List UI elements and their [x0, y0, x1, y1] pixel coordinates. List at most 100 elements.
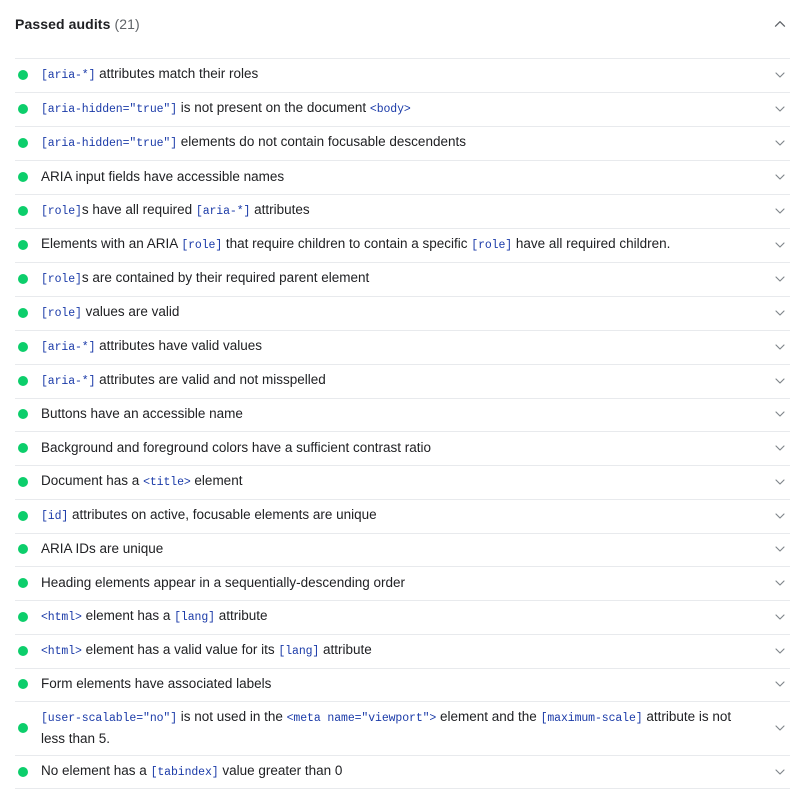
audit-row[interactable]: Form elements have associated labels: [0, 668, 805, 702]
chevron-down-icon[interactable]: [770, 676, 790, 692]
audit-title: Form elements have associated labels: [41, 668, 770, 700]
chevron-down-icon[interactable]: [770, 373, 790, 389]
audit-text-token: attributes: [250, 202, 309, 217]
page-title: Passed audits (21): [15, 15, 140, 33]
chevron-down-icon[interactable]: [770, 541, 790, 557]
audit-row-inner: [user-scalable="no"] is not used in the …: [15, 701, 790, 755]
audit-code-token: [role]: [41, 273, 82, 286]
audit-code-token: [lang]: [278, 645, 319, 658]
pass-circle-icon: [18, 612, 28, 622]
audit-row[interactable]: Background and foreground colors have a …: [0, 431, 805, 465]
pass-circle-icon: [18, 544, 28, 554]
audit-row[interactable]: Buttons have an accessible name: [0, 398, 805, 432]
audit-row[interactable]: [role] values are valid: [0, 296, 805, 330]
audit-row[interactable]: [aria-*] attributes have valid values: [0, 330, 805, 364]
pass-circle-icon: [18, 138, 28, 148]
audit-title: Document has a <title> element: [41, 465, 770, 499]
audit-row[interactable]: Elements with an ARIA [role] that requir…: [0, 228, 805, 262]
audit-row[interactable]: Heading elements appear in a sequentiall…: [0, 566, 805, 600]
audit-row-inner: ARIA input fields have accessible names: [15, 160, 790, 194]
audit-text-token: attributes on active, focusable elements…: [68, 507, 376, 522]
chevron-down-icon[interactable]: [770, 169, 790, 185]
audit-text-token: element: [191, 473, 243, 488]
audit-title: [user-scalable="no"] is not used in the …: [41, 701, 770, 755]
audit-row[interactable]: [aria-*] attributes match their roles: [0, 58, 805, 92]
chevron-down-icon[interactable]: [770, 101, 790, 117]
audit-row[interactable]: [id] attributes on active, focusable ele…: [0, 499, 805, 533]
chevron-down-icon[interactable]: [770, 305, 790, 321]
chevron-down-icon[interactable]: [770, 474, 790, 490]
audit-row-inner: [aria-*] attributes match their roles: [15, 58, 790, 92]
audit-row-inner: [id] attributes on active, focusable ele…: [15, 499, 790, 533]
audit-text-token: ARIA input fields have accessible names: [41, 169, 284, 184]
audit-row[interactable]: [aria-hidden="true"] is not present on t…: [0, 92, 805, 126]
chevron-down-icon[interactable]: [770, 271, 790, 287]
audit-row[interactable]: No element has a [tabindex] value greate…: [0, 755, 805, 789]
audit-text-token: values are valid: [82, 304, 180, 319]
chevron-down-icon[interactable]: [770, 237, 790, 253]
pass-circle-icon: [18, 477, 28, 487]
audit-code-token: <html>: [41, 645, 82, 658]
audit-row[interactable]: <html> element has a [lang] attribute: [0, 600, 805, 634]
chevron-down-icon[interactable]: [770, 339, 790, 355]
audit-text-token: Buttons have an accessible name: [41, 406, 243, 421]
audit-text-token: s are contained by their required parent…: [82, 270, 369, 285]
audit-row-inner: [aria-*] attributes are valid and not mi…: [15, 364, 790, 398]
chevron-down-icon[interactable]: [770, 575, 790, 591]
audit-row-inner: [aria-*] attributes have valid values: [15, 330, 790, 364]
audit-title: Background and foreground colors have a …: [41, 432, 770, 464]
audit-row-inner: ARIA IDs are unique: [15, 533, 790, 567]
audit-row[interactable]: [aria-hidden="true"] elements do not con…: [0, 126, 805, 160]
audit-title: <html> element has a valid value for its…: [41, 634, 770, 668]
chevron-down-icon[interactable]: [770, 720, 790, 736]
audit-text-token: attribute: [319, 642, 372, 657]
chevron-down-icon[interactable]: [770, 406, 790, 422]
pass-circle-icon: [18, 646, 28, 656]
audit-code-token: [aria-hidden="true"]: [41, 103, 177, 116]
panel-title-text: Passed audits: [15, 16, 110, 32]
audit-row[interactable]: [role]s have all required [aria-*] attri…: [0, 194, 805, 228]
chevron-down-icon[interactable]: [770, 67, 790, 83]
chevron-up-icon[interactable]: [770, 14, 790, 34]
pass-circle-icon: [18, 240, 28, 250]
audit-row[interactable]: Document has a <title> element: [0, 465, 805, 499]
audit-text-token: element has a: [82, 608, 174, 623]
audit-text-token: Form elements have associated labels: [41, 676, 271, 691]
audit-text-token: No element has a: [41, 763, 151, 778]
chevron-down-icon[interactable]: [770, 440, 790, 456]
passed-audits-panel: Passed audits (21) [aria-*] attributes m…: [0, 0, 805, 789]
audit-title: ARIA input fields have accessible names: [41, 161, 770, 193]
audit-row-inner: [role]s have all required [aria-*] attri…: [15, 194, 790, 228]
audit-row[interactable]: <html> element has a valid value for its…: [0, 634, 805, 668]
audit-text-token: attributes match their roles: [95, 66, 258, 81]
audit-row[interactable]: [user-scalable="no"] is not used in the …: [0, 701, 805, 755]
audit-text-token: element has a valid value for its: [82, 642, 279, 657]
chevron-down-icon[interactable]: [770, 764, 790, 780]
audit-title: [aria-*] attributes have valid values: [41, 330, 770, 364]
audit-row[interactable]: [role]s are contained by their required …: [0, 262, 805, 296]
audit-code-token: [user-scalable="no"]: [41, 712, 177, 725]
audit-row-inner: No element has a [tabindex] value greate…: [15, 755, 790, 789]
pass-circle-icon: [18, 443, 28, 453]
pass-circle-icon: [18, 172, 28, 182]
audit-row[interactable]: ARIA IDs are unique: [0, 533, 805, 567]
audit-row-inner: [role] values are valid: [15, 296, 790, 330]
audit-code-token: <meta name="viewport">: [287, 712, 437, 725]
audit-code-token: [aria-*]: [41, 69, 95, 82]
chevron-down-icon[interactable]: [770, 508, 790, 524]
chevron-down-icon[interactable]: [770, 609, 790, 625]
audit-row-inner: Form elements have associated labels: [15, 668, 790, 702]
audit-code-token: [aria-*]: [41, 341, 95, 354]
chevron-down-icon[interactable]: [770, 203, 790, 219]
chevron-down-icon[interactable]: [770, 643, 790, 659]
audit-row[interactable]: [aria-*] attributes are valid and not mi…: [0, 364, 805, 398]
chevron-down-icon[interactable]: [770, 135, 790, 151]
audit-text-token: Background and foreground colors have a …: [41, 440, 431, 455]
passed-audits-header[interactable]: Passed audits (21): [0, 0, 805, 34]
audit-row[interactable]: ARIA input fields have accessible names: [0, 160, 805, 194]
audit-text-token: is not present on the document: [177, 100, 370, 115]
audit-title: Elements with an ARIA [role] that requir…: [41, 228, 770, 262]
audit-text-token: Document has a: [41, 473, 143, 488]
pass-circle-icon: [18, 342, 28, 352]
audit-text-token: element and the: [436, 709, 540, 724]
